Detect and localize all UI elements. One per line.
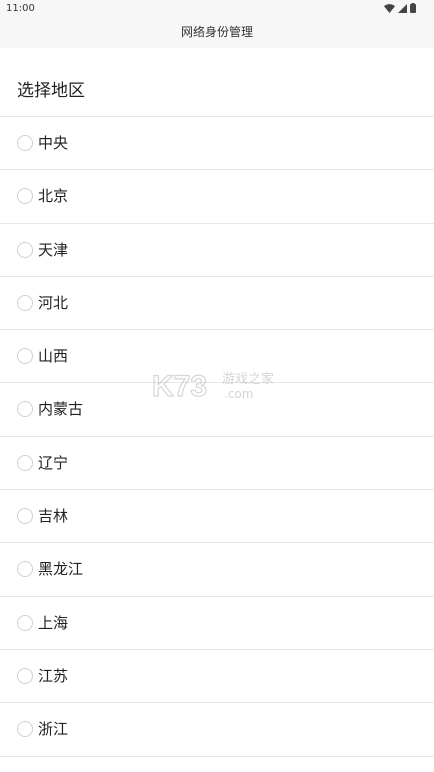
region-label: 江苏: [38, 666, 69, 685]
radio-button[interactable]: [17, 561, 33, 578]
status-icons: [384, 3, 416, 13]
region-label: 辽宁: [38, 453, 69, 472]
radio-button[interactable]: [17, 721, 33, 738]
top-app-bar: 网络身份管理: [0, 18, 434, 48]
page-title: 网络身份管理: [180, 25, 253, 39]
region-item[interactable]: 中央: [0, 117, 434, 171]
region-item[interactable]: 山西: [0, 330, 434, 384]
region-label: 浙江: [38, 720, 69, 739]
radio-button[interactable]: [17, 294, 33, 311]
region-item[interactable]: 辽宁: [0, 437, 434, 491]
region-item[interactable]: 北京: [0, 170, 434, 224]
region-label: 黑龙江: [38, 560, 84, 579]
region-item[interactable]: 浙江: [0, 703, 434, 757]
radio-button[interactable]: [17, 241, 33, 258]
radio-button[interactable]: [17, 667, 33, 684]
region-label: 中央: [38, 134, 69, 152]
region-label: 北京: [38, 187, 69, 206]
radio-button[interactable]: [17, 135, 33, 151]
region-item[interactable]: 黑龙江: [0, 543, 434, 597]
wifi-icon: [384, 3, 395, 13]
region-list: 中央 北京 天津 河北 山西 内蒙古 辽宁 吉林 黑龙江 上海 江苏 浙江: [0, 117, 434, 757]
region-label: 吉林: [38, 507, 69, 526]
region-label: 上海: [38, 613, 69, 632]
region-label: 山西: [38, 347, 69, 366]
status-time: 11:00: [6, 3, 35, 14]
region-item[interactable]: 上海: [0, 597, 434, 650]
region-item[interactable]: 内蒙古: [0, 383, 434, 437]
radio-button[interactable]: [17, 454, 33, 471]
region-item[interactable]: 吉林: [0, 490, 434, 544]
region-label: 天津: [38, 240, 69, 259]
radio-button[interactable]: [17, 401, 33, 418]
section-heading: 选择地区: [17, 81, 85, 101]
radio-button[interactable]: [17, 614, 33, 631]
battery-icon: [410, 3, 416, 13]
status-bar: 11:00: [0, 0, 434, 18]
signal-icon: [398, 3, 407, 13]
region-item[interactable]: 河北: [0, 277, 434, 331]
radio-button[interactable]: [17, 508, 33, 525]
region-item[interactable]: 江苏: [0, 650, 434, 704]
radio-button[interactable]: [17, 188, 33, 205]
radio-button[interactable]: [17, 348, 33, 365]
region-label: 内蒙古: [38, 400, 84, 419]
region-label: 河北: [38, 293, 69, 312]
region-item[interactable]: 天津: [0, 224, 434, 277]
